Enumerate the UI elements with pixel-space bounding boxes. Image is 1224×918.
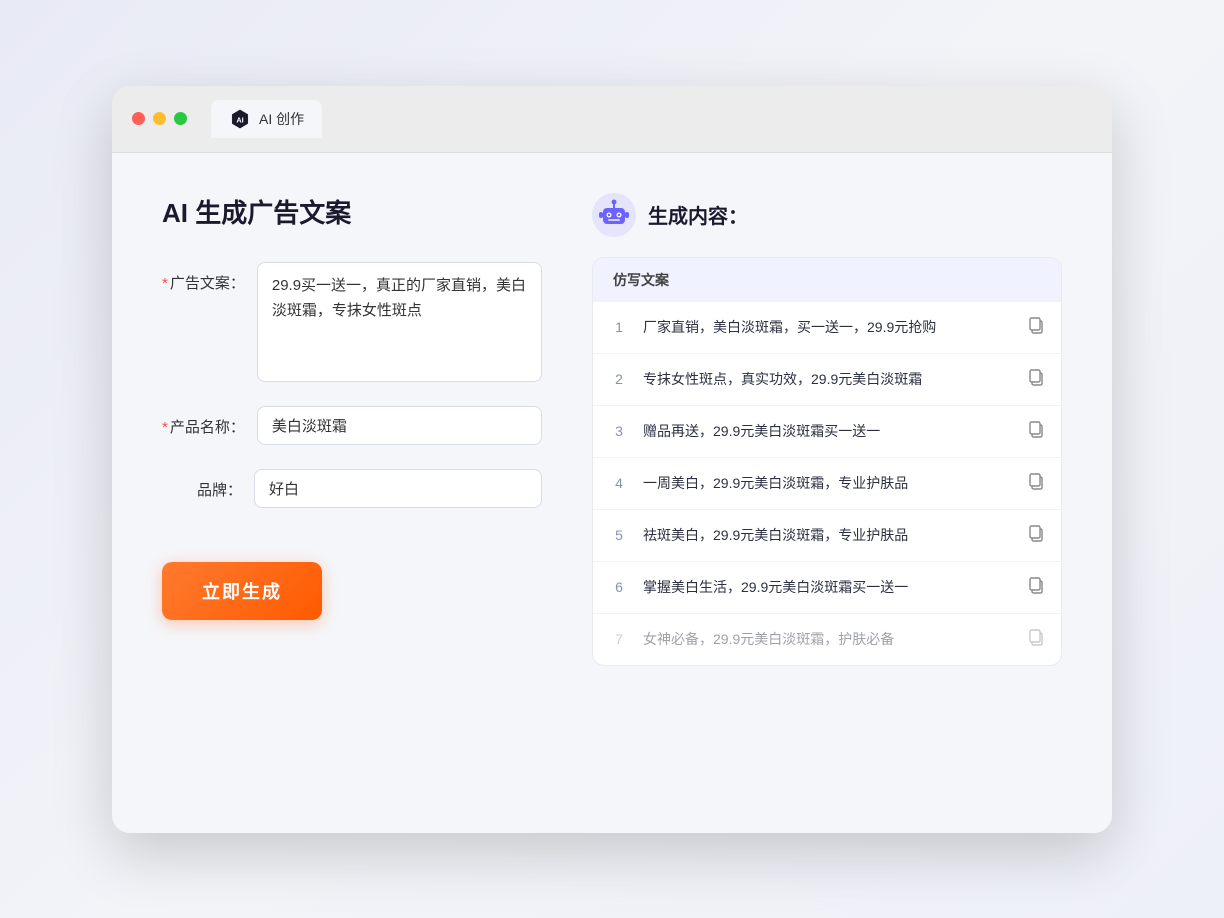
row-text: 一周美白，29.9元美白淡斑霜，专业护肤品 — [643, 473, 1013, 494]
close-button[interactable] — [132, 112, 145, 125]
copy-icon[interactable] — [1027, 576, 1045, 599]
product-name-label: *产品名称： — [162, 406, 245, 437]
table-row: 4 一周美白，29.9元美白淡斑霜，专业护肤品 — [593, 458, 1061, 510]
row-text: 掌握美白生活，29.9元美白淡斑霜买一送一 — [643, 577, 1013, 598]
copy-icon[interactable] — [1027, 628, 1045, 651]
row-number: 6 — [609, 579, 629, 595]
row-number: 5 — [609, 527, 629, 543]
tab-ai-creation[interactable]: AI AI 创作 — [211, 100, 322, 138]
result-title: 生成内容： — [648, 200, 748, 229]
ad-copy-required: * — [162, 275, 168, 292]
traffic-lights — [132, 112, 187, 125]
row-number: 7 — [609, 631, 629, 647]
table-row: 1 厂家直销，美白淡斑霜，买一送一，29.9元抢购 — [593, 302, 1061, 354]
row-text: 女神必备，29.9元美白淡斑霜，护肤必备 — [643, 629, 1013, 650]
left-panel: AI 生成广告文案 *广告文案： 29.9买一送一，真正的厂家直销，美白淡斑霜，… — [162, 193, 542, 783]
brand-input[interactable] — [254, 469, 542, 508]
result-table: 仿写文案 1 厂家直销，美白淡斑霜，买一送一，29.9元抢购 2 专抹女性斑点，真实功… — [592, 257, 1062, 666]
result-rows-container: 1 厂家直销，美白淡斑霜，买一送一，29.9元抢购 2 专抹女性斑点，真实功效，29.… — [593, 302, 1061, 665]
brand-label: 品牌： — [162, 469, 242, 500]
brand-group: 品牌： — [162, 469, 542, 508]
table-row: 5 祛斑美白，29.9元美白淡斑霜，专业护肤品 — [593, 510, 1061, 562]
table-row: 3 赠品再送，29.9元美白淡斑霜买一送一 — [593, 406, 1061, 458]
row-text: 祛斑美白，29.9元美白淡斑霜，专业护肤品 — [643, 525, 1013, 546]
result-table-header: 仿写文案 — [593, 258, 1061, 302]
ad-copy-group: *广告文案： 29.9买一送一，真正的厂家直销，美白淡斑霜，专抹女性斑点 — [162, 262, 542, 382]
copy-icon[interactable] — [1027, 368, 1045, 391]
ad-copy-input[interactable]: 29.9买一送一，真正的厂家直销，美白淡斑霜，专抹女性斑点 — [257, 262, 542, 382]
row-number: 1 — [609, 319, 629, 335]
svg-text:AI: AI — [236, 115, 243, 124]
generate-button[interactable]: 立即生成 — [162, 562, 322, 620]
product-name-input[interactable] — [257, 406, 542, 445]
copy-icon[interactable] — [1027, 316, 1045, 339]
row-text: 专抹女性斑点，真实功效，29.9元美白淡斑霜 — [643, 369, 1013, 390]
page-title: AI 生成广告文案 — [162, 193, 542, 230]
copy-icon[interactable] — [1027, 420, 1045, 443]
robot-icon — [592, 193, 636, 237]
product-name-group: *产品名称： — [162, 406, 542, 445]
row-number: 3 — [609, 423, 629, 439]
table-row: 2 专抹女性斑点，真实功效，29.9元美白淡斑霜 — [593, 354, 1061, 406]
table-row: 7 女神必备，29.9元美白淡斑霜，护肤必备 — [593, 614, 1061, 665]
right-panel: 生成内容： 仿写文案 1 厂家直销，美白淡斑霜，买一送一，29.9元抢购 2 专抹女性… — [592, 193, 1062, 783]
table-row: 6 掌握美白生活，29.9元美白淡斑霜买一送一 — [593, 562, 1061, 614]
product-name-required: * — [162, 419, 168, 436]
ad-copy-label: *广告文案： — [162, 262, 245, 293]
row-text: 厂家直销，美白淡斑霜，买一送一，29.9元抢购 — [643, 317, 1013, 338]
minimize-button[interactable] — [153, 112, 166, 125]
browser-titlebar: AI AI 创作 — [112, 86, 1112, 153]
result-header: 生成内容： — [592, 193, 1062, 237]
browser-content: AI 生成广告文案 *广告文案： 29.9买一送一，真正的厂家直销，美白淡斑霜，… — [112, 153, 1112, 833]
tab-label: AI 创作 — [259, 109, 304, 129]
row-number: 4 — [609, 475, 629, 491]
ai-tab-icon: AI — [229, 108, 251, 130]
copy-icon[interactable] — [1027, 472, 1045, 495]
copy-icon[interactable] — [1027, 524, 1045, 547]
maximize-button[interactable] — [174, 112, 187, 125]
row-text: 赠品再送，29.9元美白淡斑霜买一送一 — [643, 421, 1013, 442]
row-number: 2 — [609, 371, 629, 387]
browser-window: AI AI 创作 AI 生成广告文案 *广告文案： 29.9买一送一，真正的厂家… — [112, 86, 1112, 833]
